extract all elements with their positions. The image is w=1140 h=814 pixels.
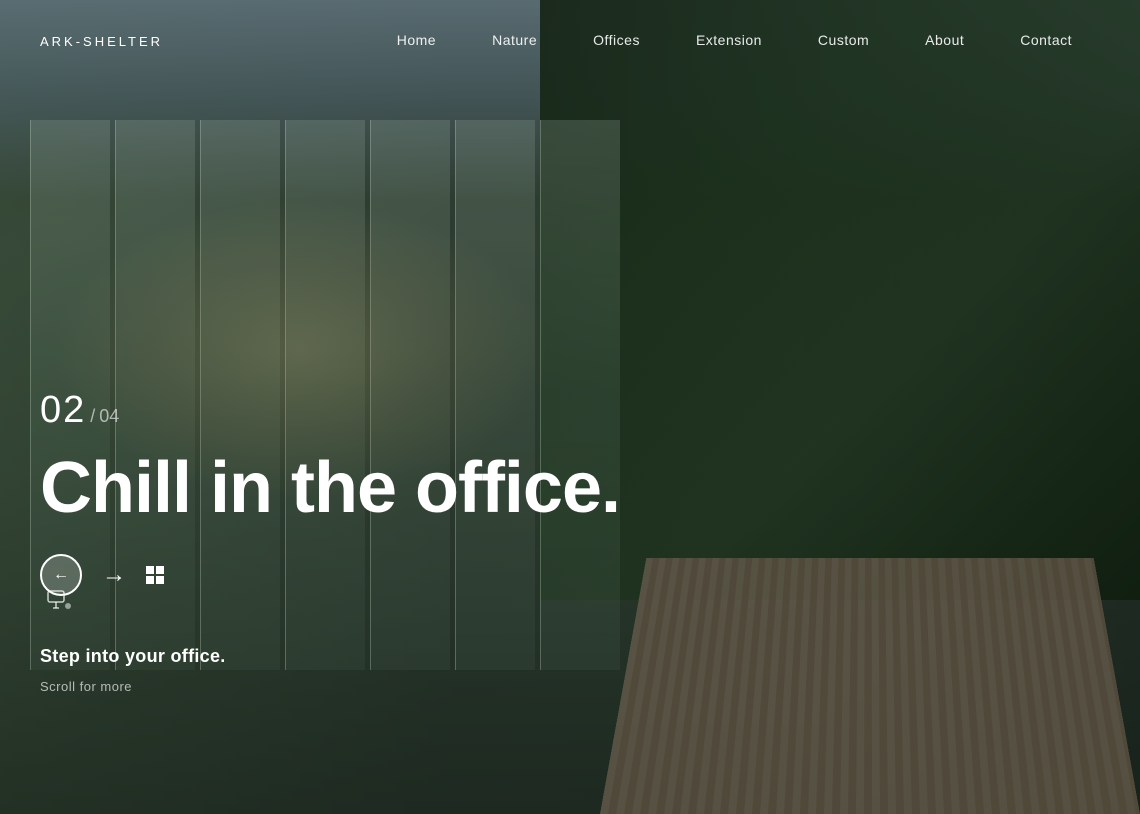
deck-stripes xyxy=(600,558,1140,814)
nav-item-about[interactable]: About xyxy=(897,32,992,50)
nav-link-home[interactable]: Home xyxy=(369,32,464,48)
slide-separator: / xyxy=(90,406,95,427)
main-nav: ARK-SHELTER Home Nature Offices Extensio… xyxy=(0,0,1140,82)
slide-current-number: 02 xyxy=(40,389,86,432)
hero-title: Chill in the office. xyxy=(40,452,620,524)
slide-controls: ← → xyxy=(40,554,620,596)
nav-item-custom[interactable]: Custom xyxy=(790,32,897,50)
scroll-label: Scroll for more xyxy=(40,679,620,694)
grid-view-button[interactable] xyxy=(146,566,164,584)
slide-counter: 02 / 04 xyxy=(40,389,620,432)
prev-slide-button[interactable]: ← xyxy=(40,554,82,596)
nav-item-contact[interactable]: Contact xyxy=(992,32,1100,50)
nav-link-custom[interactable]: Custom xyxy=(790,32,897,48)
nav-item-offices[interactable]: Offices xyxy=(565,32,668,50)
nav-item-extension[interactable]: Extension xyxy=(668,32,790,50)
nav-link-nature[interactable]: Nature xyxy=(464,32,565,48)
nav-link-contact[interactable]: Contact xyxy=(992,32,1100,48)
hero-content: 02 / 04 Chill in the office. ← → xyxy=(40,389,620,694)
nav-links: Home Nature Offices Extension Custom Abo… xyxy=(369,32,1100,50)
grid-icon xyxy=(146,566,164,584)
nav-item-home[interactable]: Home xyxy=(369,32,464,50)
nav-item-nature[interactable]: Nature xyxy=(464,32,565,50)
prev-arrow-icon: ← xyxy=(53,566,69,584)
brand-logo[interactable]: ARK-SHELTER xyxy=(40,34,163,49)
hero-subtitle: Step into your office. xyxy=(40,646,620,667)
next-slide-button[interactable]: → xyxy=(102,561,126,589)
cursor-icon xyxy=(46,590,74,612)
nav-link-about[interactable]: About xyxy=(897,32,992,48)
nav-link-offices[interactable]: Offices xyxy=(565,32,668,48)
nav-link-extension[interactable]: Extension xyxy=(668,32,790,48)
slide-total-number: 04 xyxy=(99,406,119,427)
next-arrow-icon: → xyxy=(102,561,126,589)
